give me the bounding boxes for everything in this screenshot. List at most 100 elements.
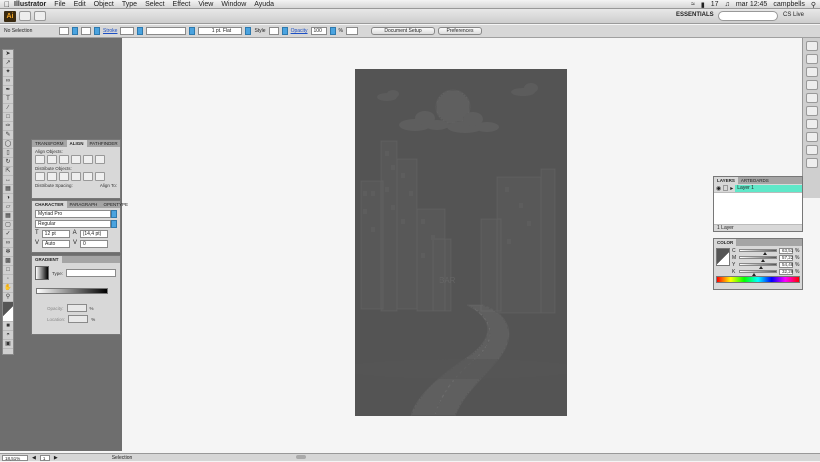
gradient-preview-swatch[interactable] [35,266,49,280]
width-tool-icon[interactable]: ↔ [3,176,13,185]
kerning-field[interactable]: Auto [42,240,71,248]
channel-slider[interactable] [739,256,777,262]
menu-edit[interactable]: Edit [74,1,86,8]
distribute-bottom-icon[interactable] [59,172,69,181]
distribute-left-icon[interactable] [71,172,81,181]
search-input[interactable] [718,11,778,21]
graphic-styles-icon[interactable] [805,132,818,142]
channel-value-field[interactable]: 57,22 [779,254,793,261]
layer-row[interactable]: ◉ ▸ Layer 1 [714,184,802,192]
slice-tool-icon[interactable]: ◦ [3,275,13,284]
stroke-color-dropdown[interactable] [94,27,100,35]
tab-layers[interactable]: LAYERS [714,177,738,184]
blob-brush-tool-icon[interactable]: ◯ [3,140,13,149]
tab-opentype[interactable]: OPENTYPE [100,201,131,208]
graphic-style-swatch[interactable] [268,27,279,35]
preferences-button[interactable]: Preferences [437,27,482,35]
layer-name-bar[interactable]: Layer 1 [735,184,802,192]
menu-file[interactable]: File [54,1,65,8]
font-style-dropdown[interactable] [111,220,117,228]
line-tool-icon[interactable]: ∕ [3,104,13,113]
free-transform-tool-icon[interactable]: ▦ [3,185,13,194]
graph-tool-icon[interactable]: ▩ [3,257,13,266]
graphic-style-dropdown[interactable] [281,27,288,35]
apple-icon[interactable]:  [0,0,14,9]
pen-tool-icon[interactable]: ✒ [3,86,13,95]
gradient-slider[interactable] [36,288,108,294]
expand-triangle-icon[interactable]: ▸ [730,185,733,192]
opacity-link[interactable]: Opacity [291,28,308,34]
paintbrush-tool-icon[interactable]: ✑ [3,122,13,131]
wifi-icon[interactable]: ≈ [691,1,695,8]
distribute-right-icon[interactable] [95,172,105,181]
menu-select[interactable]: Select [145,1,164,8]
horizontal-scrollbar[interactable] [296,455,306,459]
variable-width-field[interactable] [146,27,187,35]
tracking-field[interactable]: 0 [80,240,109,248]
fill-stroke-swatch-icon[interactable] [3,302,13,322]
font-family-field[interactable]: Myriad Pro [35,210,112,218]
mesh-tool-icon[interactable]: ▦ [3,212,13,221]
arrange-documents-button[interactable] [34,11,46,21]
eyedropper-tool-icon[interactable]: ✓ [3,230,13,239]
stroke-icon[interactable] [805,93,818,103]
align-vcenter-icon[interactable] [83,155,93,164]
fill-swatch[interactable] [59,27,69,35]
first-artboard-icon[interactable]: ◀ [32,455,36,461]
tab-transform[interactable]: TRANSFORM [32,140,67,147]
brushes-icon[interactable] [805,67,818,77]
drawing-mode-icon[interactable]: ◓ [3,331,13,340]
gradient-tool-icon[interactable]: ▢ [3,221,13,230]
tab-artboards[interactable]: ARTBOARDS [738,177,772,184]
align-top-icon[interactable] [71,155,81,164]
recolor-button[interactable] [345,27,358,35]
gradient-location-field[interactable] [68,315,89,323]
screen-mode-icon[interactable]: ▣ [3,340,13,349]
align-left-icon[interactable] [35,155,45,164]
tab-paragraph[interactable]: PARAGRAPH [67,201,101,208]
stroke-swatch[interactable] [81,27,91,35]
blend-tool-icon[interactable]: ∞ [3,239,13,248]
eraser-tool-icon[interactable]: ▯ [3,149,13,158]
perspective-grid-tool-icon[interactable]: ▱ [3,203,13,212]
font-size-field[interactable]: 12 pt [41,230,70,238]
battery-icon[interactable]: ▮ [701,1,705,9]
magic-wand-tool-icon[interactable]: ✦ [3,68,13,77]
variable-width-dropdown[interactable] [189,27,196,35]
shape-builder-tool-icon[interactable]: ◑ [3,194,13,203]
color-mode-icon[interactable]: ■ [3,322,13,331]
channel-slider[interactable] [739,249,777,255]
artboard-tool-icon[interactable]: □ [3,266,13,275]
bridge-button[interactable] [19,11,31,21]
channel-slider-thumb[interactable] [751,273,756,276]
scale-tool-icon[interactable]: ⇱ [3,167,13,176]
cs-live-button[interactable]: CS Live [783,12,804,18]
lasso-tool-icon[interactable]: ∞ [3,77,13,86]
stroke-link[interactable]: Stroke [103,28,117,34]
color-icon[interactable] [805,158,818,168]
artboard[interactable]: BAR [355,69,567,416]
selection-tool-icon[interactable]: ➤ [3,50,13,59]
menu-type[interactable]: Type [122,1,137,8]
brush-profile-dropdown[interactable] [245,27,252,35]
stroke-weight-field[interactable] [120,27,135,35]
document-setup-button[interactable]: Document Setup [370,27,435,35]
leading-field[interactable]: (14,4 pt) [79,230,108,238]
zoom-field[interactable]: 18,51% [2,454,28,461]
menu-effect[interactable]: Effect [173,1,191,8]
fill-stroke-proxy[interactable] [716,248,730,266]
tab-align[interactable]: ALIGN [66,140,87,147]
pencil-tool-icon[interactable]: ✎ [3,131,13,140]
menu-object[interactable]: Object [94,1,114,8]
artboard-number-field[interactable]: 1 [39,454,50,461]
opacity-field[interactable]: 100 [310,27,327,35]
lock-toggle[interactable] [723,185,729,191]
transparency-icon[interactable] [805,106,818,116]
stroke-weight-dropdown[interactable] [137,27,144,35]
channel-slider-thumb[interactable] [760,259,765,262]
symbols-icon[interactable] [805,80,818,90]
color-guide-icon[interactable] [805,41,818,51]
appearance-icon[interactable] [805,119,818,129]
channel-value-field[interactable]: 63,51 [779,247,793,254]
opacity-dropdown[interactable] [329,27,336,35]
